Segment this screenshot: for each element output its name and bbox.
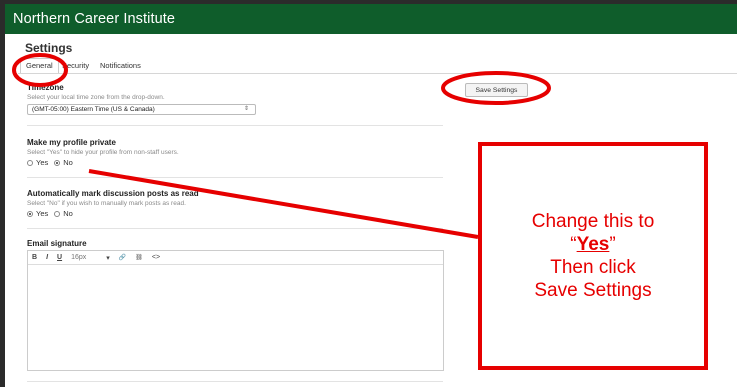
- timezone-section: Timezone Select your local time zone fro…: [27, 83, 256, 115]
- auto-mark-help: Select "No" if you wish to manually mark…: [27, 200, 186, 207]
- page-title: Settings: [25, 41, 73, 55]
- signature-section: Email signature: [27, 239, 87, 248]
- callout-yes-emphasis: Yes: [576, 234, 610, 255]
- radio-unchecked-icon[interactable]: [27, 159, 33, 166]
- signature-title: Email signature: [27, 239, 87, 248]
- section-divider: [27, 381, 443, 382]
- link-icon[interactable]: 🔗: [119, 254, 126, 261]
- window-left-edge: [0, 0, 5, 387]
- callout-line-3: Then click: [550, 257, 636, 278]
- profile-private-help: Select "Yes" to hide your profile from n…: [27, 149, 179, 156]
- tab-general[interactable]: General: [20, 58, 59, 74]
- section-divider: [27, 125, 443, 126]
- tabs-divider: [18, 73, 737, 74]
- auto-mark-no[interactable]: No: [54, 209, 73, 218]
- radio-label: No: [63, 158, 73, 167]
- annotation-callout: Change this to “Yes” Then click Save Set…: [478, 142, 708, 370]
- auto-mark-yes[interactable]: Yes: [27, 209, 48, 218]
- timezone-title: Timezone: [27, 83, 64, 92]
- auto-mark-section: Automatically mark discussion posts as r…: [27, 189, 199, 218]
- tab-notifications[interactable]: Notifications: [100, 61, 141, 70]
- signature-editor: B I U 16px ▾ 🔗 ⛓ <>: [27, 250, 444, 371]
- profile-private-section: Make my profile private Select "Yes" to …: [27, 138, 179, 167]
- callout-line-4: Save Settings: [534, 280, 652, 301]
- radio-unchecked-icon[interactable]: [54, 210, 61, 217]
- editor-toolbar: B I U 16px ▾ 🔗 ⛓ <>: [28, 251, 443, 265]
- callout-line-1: Change this to: [531, 211, 655, 232]
- section-divider: [27, 228, 443, 229]
- signature-textarea[interactable]: [28, 265, 443, 371]
- underline-button[interactable]: U: [57, 254, 62, 261]
- section-divider: [27, 177, 443, 178]
- screen: Northern Career Institute Settings Gener…: [0, 0, 737, 387]
- bold-button[interactable]: B: [32, 254, 37, 261]
- profile-private-no[interactable]: No: [54, 158, 73, 167]
- radio-checked-icon[interactable]: [54, 159, 61, 166]
- profile-private-title: Make my profile private: [27, 138, 116, 147]
- auto-mark-title: Automatically mark discussion posts as r…: [27, 189, 199, 198]
- font-size-select[interactable]: 16px: [71, 254, 86, 261]
- radio-label: Yes: [36, 209, 49, 218]
- profile-private-radios: Yes No: [27, 158, 179, 167]
- font-size-caret-icon[interactable]: ▾: [106, 254, 110, 262]
- callout-close-quote: ”: [609, 234, 616, 255]
- profile-private-yes[interactable]: Yes: [27, 158, 48, 167]
- timezone-help: Select your local time zone from the dro…: [27, 94, 165, 101]
- unlink-icon[interactable]: ⛓: [135, 254, 143, 261]
- select-caret-icon: ⇕: [243, 106, 249, 112]
- timezone-select[interactable]: (GMT-05:00) Eastern Time (US & Canada) ⇕: [27, 104, 256, 115]
- auto-mark-radios: Yes No: [27, 209, 199, 218]
- radio-label: Yes: [36, 158, 49, 167]
- app-header: Northern Career Institute: [5, 4, 737, 34]
- tab-security[interactable]: Security: [62, 61, 89, 70]
- code-icon[interactable]: <>: [152, 254, 160, 261]
- radio-checked-icon[interactable]: [27, 210, 33, 217]
- radio-label: No: [63, 209, 73, 218]
- app-title: Northern Career Institute: [13, 11, 176, 27]
- timezone-value: (GMT-05:00) Eastern Time (US & Canada): [32, 106, 155, 113]
- callout-line-2: “Yes”: [570, 233, 615, 256]
- italic-button[interactable]: I: [46, 254, 48, 261]
- save-settings-button[interactable]: Save Settings: [465, 83, 528, 97]
